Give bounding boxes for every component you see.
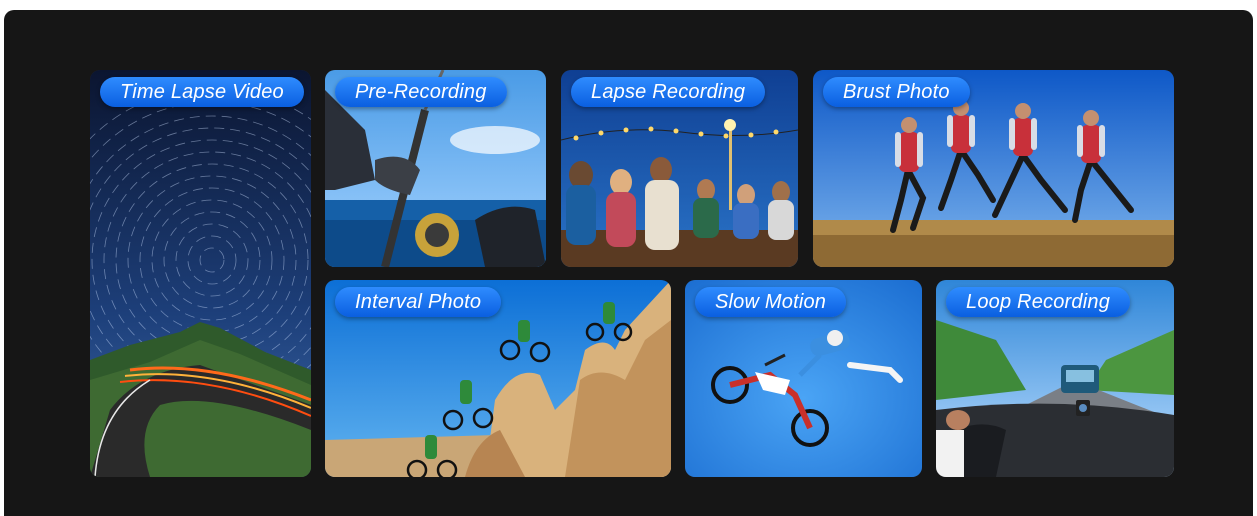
star-trail-night-road-image (90, 70, 311, 477)
tile-loop-recording: Loop Recording (936, 280, 1174, 477)
tile-brust-photo: Brust Photo (813, 70, 1174, 267)
tile-time-lapse-video: Time Lapse Video (90, 70, 311, 477)
brust-photo-label: Brust Photo (823, 77, 970, 107)
tile-interval-photo: Interval Photo (325, 280, 671, 477)
tile-slow-motion: Slow Motion (685, 280, 922, 477)
lapse-recording-label: Lapse Recording (571, 77, 766, 107)
interval-photo-label: Interval Photo (335, 287, 502, 317)
time-lapse-video-label: Time Lapse Video (100, 77, 304, 107)
loop-recording-label: Loop Recording (946, 287, 1131, 317)
pre-recording-label: Pre-Recording (335, 77, 507, 107)
tile-pre-recording: Pre-Recording (325, 70, 546, 267)
slow-motion-label: Slow Motion (695, 287, 847, 317)
tile-lapse-recording: Lapse Recording (561, 70, 798, 267)
